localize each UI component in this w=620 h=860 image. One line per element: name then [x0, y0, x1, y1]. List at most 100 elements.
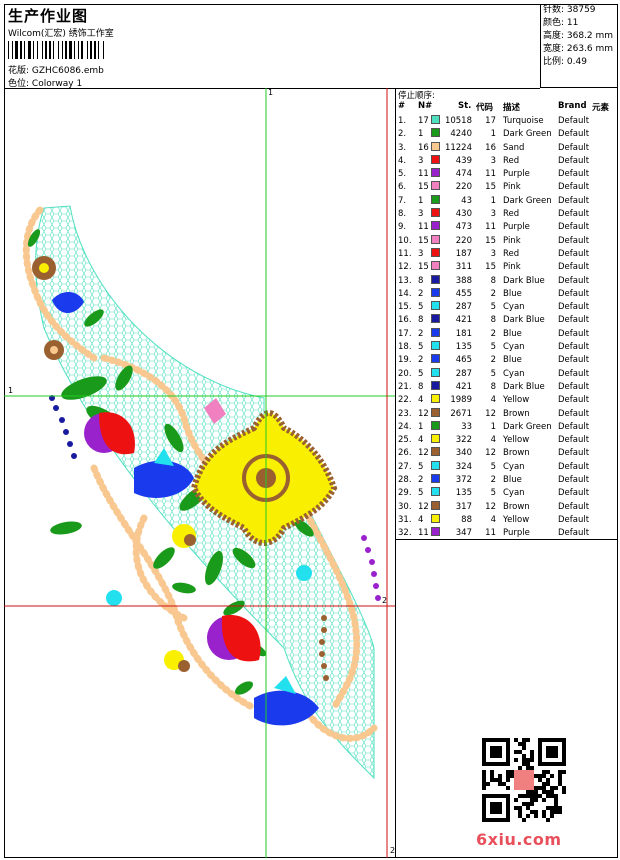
color-swatch	[431, 301, 440, 311]
row-brand: Default	[558, 129, 590, 140]
row-description: Dark Blue	[503, 315, 545, 326]
row-needle: 4	[418, 514, 424, 525]
row-stitches: 311	[455, 262, 472, 273]
design-scale: 比例: 0.49	[543, 57, 587, 67]
table-row[interactable]: 28. 2 372 2 Blue Default	[396, 474, 618, 487]
table-row[interactable]: 26. 12 340 12 Brown Default	[396, 447, 618, 460]
row-index: 3.	[398, 142, 407, 153]
row-brand: Default	[558, 355, 590, 366]
row-needle: 4	[418, 395, 424, 406]
row-stitches: 287	[455, 368, 472, 379]
table-row[interactable]: 31. 4 88 4 Yellow Default	[396, 513, 618, 527]
row-index: 15.	[398, 302, 412, 313]
table-row[interactable]: 15. 5 287 5 Cyan Default	[396, 301, 618, 314]
row-stitches: 10518	[444, 116, 472, 126]
row-stitches: 439	[455, 155, 472, 166]
row-index: 24.	[398, 421, 412, 432]
table-row[interactable]: 3. 16 11224 16 Sand Default	[396, 141, 618, 155]
row-stitches: 455	[455, 288, 472, 299]
row-stitches: 181	[455, 328, 472, 339]
row-needle: 3	[418, 248, 424, 259]
row-description: Yellow	[503, 514, 530, 525]
row-description: Dark Green	[503, 195, 552, 206]
table-row[interactable]: 7. 1 43 1 Dark Green Default	[396, 194, 618, 208]
table-row[interactable]: 8. 3 430 3 Red Default	[396, 208, 618, 221]
row-brand: Default	[558, 169, 590, 180]
color-swatch	[431, 527, 440, 537]
table-row[interactable]: 13. 8 388 8 Dark Blue Default	[396, 274, 618, 288]
table-row[interactable]: 27. 5 324 5 Cyan Default	[396, 460, 618, 474]
col-element: 元素	[592, 103, 610, 113]
row-index: 5.	[398, 169, 407, 180]
row-needle: 3	[418, 209, 424, 220]
table-row[interactable]: 11. 3 187 3 Red Default	[396, 247, 618, 261]
color-swatch	[431, 274, 440, 284]
table-row[interactable]: 20. 5 287 5 Cyan Default	[396, 367, 618, 381]
row-description: Red	[503, 209, 520, 220]
row-brand: Default	[558, 288, 590, 299]
table-row[interactable]: 14. 2 455 2 Blue Default	[396, 287, 618, 301]
table-row[interactable]: 4. 3 439 3 Red Default	[396, 154, 618, 168]
row-needle: 1	[418, 421, 424, 432]
row-brand: Default	[558, 248, 590, 259]
color-swatch	[431, 474, 440, 484]
table-row[interactable]: 6. 15 220 15 Pink Default	[396, 181, 618, 194]
color-swatch	[431, 314, 440, 324]
row-code: 5	[490, 368, 496, 379]
color-swatch	[431, 128, 440, 138]
row-code: 2	[490, 475, 496, 486]
row-code: 5	[490, 342, 496, 353]
design-label: 花版:	[8, 66, 30, 76]
row-description: Cyan	[503, 488, 525, 499]
row-index: 26.	[398, 448, 412, 459]
color-swatch	[431, 487, 440, 497]
table-row[interactable]: 5. 11 474 11 Purple Default	[396, 168, 618, 181]
table-row[interactable]: 19. 2 465 2 Blue Default	[396, 354, 618, 367]
table-row[interactable]: 30. 12 317 12 Brown Default	[396, 500, 618, 514]
row-brand: Default	[558, 116, 590, 126]
color-swatch	[431, 234, 440, 244]
design-preview-canvas[interactable]: 1 1 2 2	[4, 88, 396, 858]
table-row[interactable]: 24. 1 33 1 Dark Green Default	[396, 420, 618, 434]
table-row[interactable]: 18. 5 135 5 Cyan Default	[396, 341, 618, 354]
row-needle: 15	[418, 262, 429, 273]
row-needle: 2	[418, 355, 424, 366]
row-stitches: 2671	[450, 408, 472, 419]
table-row[interactable]: 22. 4 1989 4 Yellow Default	[396, 394, 618, 407]
table-row[interactable]: 1. 17 10518 17 Turquoise Default	[396, 115, 618, 128]
row-description: Brown	[503, 448, 530, 459]
row-needle: 11	[418, 528, 429, 539]
table-row[interactable]: 17. 2 181 2 Blue Default	[396, 327, 618, 341]
color-swatch	[431, 367, 440, 377]
row-description: Pink	[503, 182, 521, 193]
table-row[interactable]: 16. 8 421 8 Dark Blue Default	[396, 314, 618, 327]
table-row[interactable]: 10. 15 220 15 Pink Default	[396, 234, 618, 248]
panel-title: 停止顺序:	[398, 91, 435, 101]
row-stitches: 388	[455, 275, 472, 286]
row-description: Cyan	[503, 368, 525, 379]
row-needle: 3	[418, 155, 424, 166]
watermark-site: 6xiu.com	[476, 830, 562, 849]
table-row[interactable]: 21. 8 421 8 Dark Blue Default	[396, 380, 618, 394]
row-description: Brown	[503, 501, 530, 512]
row-description: Cyan	[503, 342, 525, 353]
row-brand: Default	[558, 421, 590, 432]
row-stitches: 33	[461, 421, 472, 432]
row-needle: 11	[418, 169, 429, 180]
table-row[interactable]: 23. 12 2671 12 Brown Default	[396, 407, 618, 421]
stop-sequence-rows: 1. 17 10518 17 Turquoise Default 2. 1 4240 1 Dark …	[396, 115, 618, 541]
stitch-count: 针数: 38759	[543, 5, 596, 15]
row-stitches: 220	[455, 182, 472, 193]
row-brand: Default	[558, 315, 590, 326]
table-row[interactable]: 12. 15 311 15 Pink Default	[396, 261, 618, 274]
table-row[interactable]: 9. 11 473 11 Purple Default	[396, 221, 618, 234]
table-row[interactable]: 25. 4 322 4 Yellow Default	[396, 434, 618, 447]
row-code: 11	[485, 169, 496, 180]
table-row[interactable]: 32. 11 347 11 Purple Default	[396, 527, 618, 540]
row-index: 11.	[398, 248, 412, 259]
design-name: 花版: GZHC6086.emb	[8, 63, 104, 76]
table-row[interactable]: 29. 5 135 5 Cyan Default	[396, 487, 618, 500]
row-code: 15	[485, 182, 496, 193]
row-needle: 5	[418, 342, 424, 353]
table-row[interactable]: 2. 1 4240 1 Dark Green Default	[396, 128, 618, 141]
